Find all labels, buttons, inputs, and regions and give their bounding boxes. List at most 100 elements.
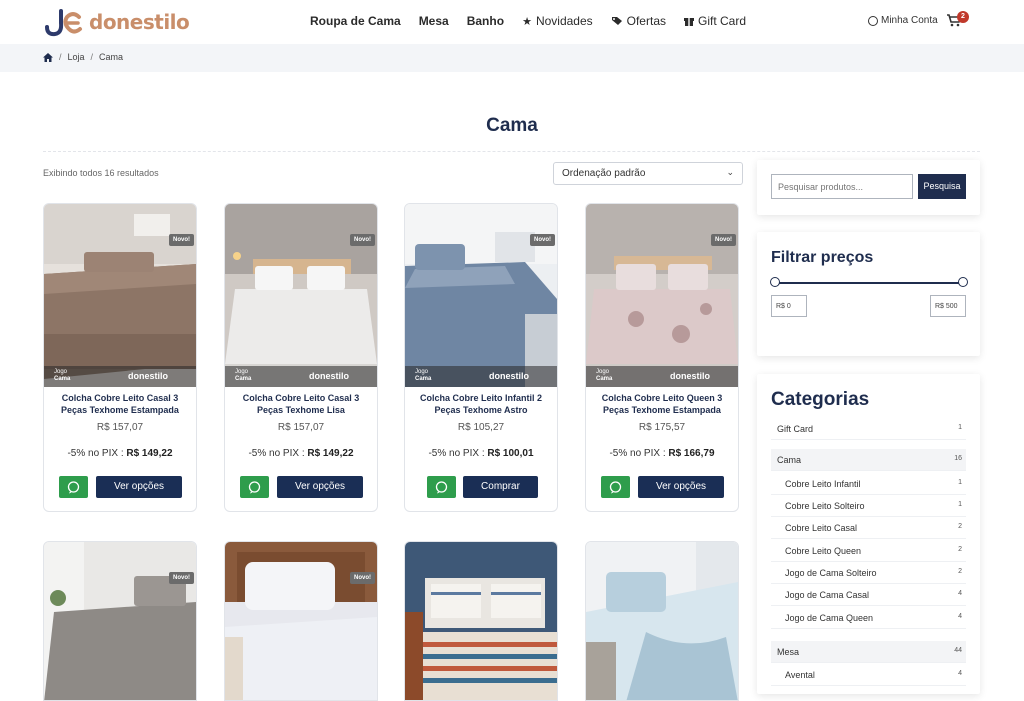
search-input[interactable] (771, 174, 913, 199)
product-card[interactable] (404, 541, 558, 701)
category-item[interactable]: Cama 16 (771, 449, 966, 471)
product-price: R$ 157,07 (96, 422, 144, 433)
whatsapp-button[interactable] (427, 476, 456, 498)
product-name[interactable]: Colcha Cobre Leito Infantil 2 Peças Texh… (411, 392, 551, 416)
price-slider-track[interactable] (775, 282, 963, 284)
nav-label: Mesa (418, 14, 449, 28)
category-label: Jogo de Cama Casal (785, 590, 870, 600)
view-options-button[interactable]: Ver opções (638, 476, 724, 498)
product-image[interactable] (44, 204, 196, 387)
pix-price: -5% no PIX : R$ 149,22 (44, 448, 196, 459)
price-slider-min-handle[interactable] (770, 277, 780, 287)
price-slider-max-handle[interactable] (958, 277, 968, 287)
nav-label: Gift Card (698, 14, 747, 28)
nav-item-mesa[interactable]: Mesa (419, 14, 449, 28)
category-item[interactable]: Jogo de Cama Queen 4 (771, 607, 966, 629)
caption-line: Cama (54, 376, 71, 382)
product-image[interactable] (405, 542, 557, 701)
product-name[interactable]: Colcha Cobre Leito Casal 3 Peças Texhome… (50, 392, 190, 416)
pix-value: R$ 149,22 (126, 448, 173, 459)
category-item[interactable]: Jogo de Cama Casal 4 (771, 584, 966, 606)
whatsapp-button[interactable] (59, 476, 88, 498)
breadcrumb-cama: Cama (99, 52, 124, 62)
whatsapp-button[interactable] (601, 476, 630, 498)
category-item[interactable]: Cobre Leito Casal 2 (771, 517, 966, 539)
price-min-field[interactable]: R$ 0 (771, 295, 807, 317)
view-options-button[interactable]: Ver opções (96, 476, 182, 498)
pix-price: -5% no PIX : R$ 149,22 (225, 448, 377, 459)
new-badge: Novo! (711, 234, 736, 246)
pix-value: R$ 166,79 (668, 448, 715, 459)
caption-category: Jogo Cama (415, 369, 431, 383)
buy-button[interactable]: Comprar (463, 476, 538, 498)
product-image[interactable] (225, 204, 377, 387)
star-icon: ★ (522, 15, 532, 28)
nav-item-ofertas[interactable]: Ofertas (611, 14, 666, 28)
nav-item-novidades[interactable]: ★ Novidades (522, 14, 593, 28)
category-count: 16 (954, 455, 962, 462)
search-button[interactable]: Pesquisa (918, 174, 966, 199)
home-icon[interactable] (43, 52, 53, 62)
nav-label: Roupa de Cama (310, 14, 401, 28)
breadcrumb-separator: / (90, 52, 94, 62)
category-item[interactable]: Cobre Leito Infantil 1 (771, 473, 966, 495)
category-count: 2 (958, 568, 962, 575)
product-card[interactable]: Novo! Jogo Cama donestilo Colcha Cobre Le… (585, 203, 739, 512)
nav-label: Novidades (535, 14, 593, 28)
category-item[interactable]: Cobre Leito Queen 2 (771, 540, 966, 562)
breadcrumb-loja[interactable]: Loja (68, 52, 85, 62)
product-card[interactable]: Novo! (224, 541, 378, 701)
caption-category: Jogo Cama (596, 369, 612, 383)
categories-widget: Categorias Gift Card 1 Cama 16 Cobre Leito I… (757, 374, 980, 694)
category-item[interactable]: Avental 4 (771, 664, 966, 686)
product-image[interactable] (44, 542, 196, 701)
brand-logo[interactable]: donestilo (43, 7, 190, 37)
product-image[interactable] (586, 204, 738, 387)
category-item[interactable]: Gift Card 1 (771, 418, 966, 440)
view-options-button[interactable]: Ver opções (277, 476, 363, 498)
product-card[interactable]: Novo! (43, 541, 197, 701)
account-link[interactable]: Minha Conta (868, 15, 938, 26)
product-name[interactable]: Colcha Cobre Leito Queen 3 Peças Texhome… (592, 392, 732, 416)
category-item[interactable]: Cobre Leito Solteiro 1 (771, 495, 966, 517)
page-title: Cama (486, 115, 538, 136)
category-count: 1 (958, 501, 962, 508)
product-image[interactable] (225, 542, 377, 701)
new-badge: Novo! (350, 234, 375, 246)
gift-icon (684, 18, 694, 26)
price-max-field[interactable]: R$ 500 (930, 295, 966, 317)
new-badge: Novo! (169, 234, 194, 246)
nav-item-roupa-de-cama[interactable]: Roupa de Cama (310, 14, 401, 28)
pix-label: -5% no PIX : (609, 448, 669, 459)
product-card[interactable]: Novo! Jogo Cama donestilo Colcha Cobre Le… (43, 203, 197, 512)
whatsapp-button[interactable] (240, 476, 269, 498)
nav-item-gift-card[interactable]: Gift Card (684, 14, 746, 28)
product-card[interactable] (585, 541, 739, 701)
category-label: Jogo de Cama Solteiro (785, 568, 877, 578)
pix-label: -5% no PIX : (248, 448, 308, 459)
category-label: Cobre Leito Solteiro (785, 501, 865, 511)
product-image[interactable] (405, 204, 557, 387)
product-image[interactable] (586, 542, 738, 701)
category-count: 4 (958, 590, 962, 597)
product-card[interactable]: Novo! Jogo Cama donestilo Colcha Cobre Le… (404, 203, 558, 512)
caption-line: Jogo (54, 369, 68, 375)
product-name[interactable]: Colcha Cobre Leito Casal 3 Peças Texhome… (231, 392, 371, 416)
product-card[interactable]: Novo! Jogo Cama donestilo Colcha Cobre Le… (224, 203, 378, 512)
price-filter-widget: Filtrar preços R$ 0 R$ 500 (757, 232, 980, 356)
pix-label: -5% no PIX : (428, 448, 488, 459)
caption-brand: donestilo (309, 371, 349, 381)
category-item[interactable]: Mesa 44 (771, 641, 966, 663)
sort-select[interactable]: Ordenação padrão ⌄ (553, 162, 743, 185)
new-badge: Novo! (350, 572, 375, 584)
image-caption: Jogo Cama donestilo (225, 366, 377, 387)
caption-category: Jogo Cama (235, 369, 251, 383)
category-item[interactable]: Jogo de Cama Solteiro 2 (771, 562, 966, 584)
caption-line: Cama (596, 376, 613, 382)
nav-item-banho[interactable]: Banho (467, 14, 504, 28)
product-price: R$ 105,27 (457, 422, 505, 433)
category-count: 1 (958, 424, 962, 431)
pix-price: -5% no PIX : R$ 166,79 (586, 448, 738, 459)
category-count: 44 (954, 647, 962, 654)
category-label: Cobre Leito Queen (785, 546, 862, 556)
